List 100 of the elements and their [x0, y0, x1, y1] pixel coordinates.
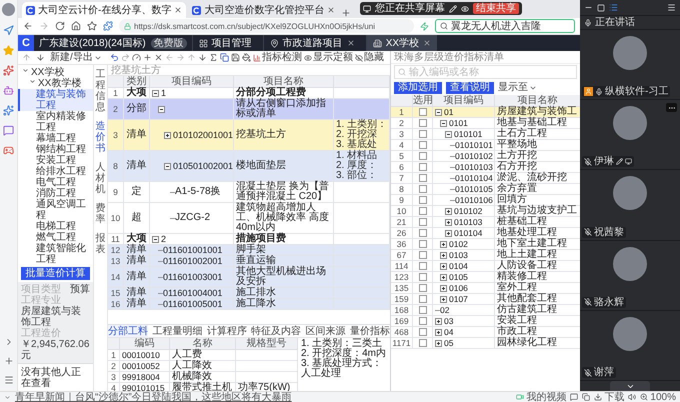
- chat-icon[interactable]: [3, 125, 14, 136]
- detail-tab[interactable]: 分部工料: [108, 325, 148, 337]
- collapse-icon[interactable]: [152, 90, 159, 96]
- table-row[interactable]: 26 010104 地基处理工程: [391, 228, 580, 239]
- table-row[interactable]: 169 03 安装工程: [391, 316, 580, 327]
- table-row[interactable]: 1 大项 1 分部分项工程费: [108, 88, 390, 99]
- detail-tab[interactable]: 区间来源: [306, 325, 346, 337]
- checkbox[interactable]: [418, 317, 426, 325]
- extension-icon[interactable]: [103, 21, 113, 31]
- checkbox[interactable]: [418, 152, 426, 160]
- checkbox[interactable]: [418, 306, 426, 314]
- toolbar-button[interactable]: 指标检测: [253, 52, 302, 63]
- checkbox[interactable]: [418, 251, 426, 259]
- close-icon[interactable]: [327, 6, 336, 14]
- checkbox[interactable]: [418, 284, 426, 292]
- display-dropdown[interactable]: 显示至: [498, 82, 537, 93]
- table-row[interactable]: 168 02 仿古建筑工程: [391, 305, 580, 316]
- browser-tab[interactable]: 大司空造价数字化管控平台: [188, 2, 340, 18]
- new-tab-icon[interactable]: [341, 8, 352, 18]
- more-button[interactable]: [666, 103, 677, 112]
- caret-icon[interactable]: [22, 67, 29, 74]
- gauge-icon[interactable]: [132, 53, 141, 62]
- expand-icon[interactable]: [440, 284, 447, 292]
- home-icon[interactable]: [71, 21, 81, 31]
- tree-item[interactable]: 幕墙工程: [18, 133, 93, 144]
- checkbox[interactable]: [418, 328, 426, 336]
- checkbox[interactable]: [418, 218, 426, 226]
- checkbox[interactable]: [418, 273, 426, 281]
- action-button[interactable]: 查看说明: [446, 82, 494, 94]
- chat-icon[interactable]: [570, 393, 578, 401]
- checkbox[interactable]: [418, 185, 426, 193]
- undo-icon[interactable]: [110, 53, 119, 62]
- url-field[interactable]: https://dsk.smartcost.com.cn/subject/KXel9ZOGLUHXn0Oi5jkHs/uni: [119, 19, 414, 33]
- menu-icon[interactable]: [4, 375, 14, 385]
- download-button[interactable]: 下载: [594, 392, 624, 402]
- detail-tab[interactable]: 量价指标: [350, 325, 390, 337]
- game-icon[interactable]: [3, 145, 14, 156]
- table-row[interactable]: 21 010103 桩基础工程: [391, 217, 580, 228]
- project-tab[interactable]: XX学校: [366, 35, 438, 51]
- table-row[interactable]: 3 010101 土石方工程: [391, 129, 580, 140]
- table-row[interactable]: 1 01 房屋建筑与装饰工: [391, 107, 580, 118]
- close-icon[interactable]: [346, 39, 355, 47]
- table-row[interactable]: 135 0106 室外工程: [391, 283, 580, 294]
- project-tab[interactable]: 项目管理: [192, 35, 258, 51]
- checkbox[interactable]: [418, 141, 426, 149]
- user-avatar[interactable]: [2, 3, 15, 16]
- expand-icon[interactable]: [440, 252, 447, 258]
- table-row[interactable]: 468 04 市政工程: [391, 327, 580, 338]
- zoom-control[interactable]: 100%: [640, 392, 676, 402]
- batch-calculate-button[interactable]: 批量造价计算: [21, 267, 90, 280]
- checkbox[interactable]: [418, 119, 426, 127]
- tree-item[interactable]: 给排水工程: [18, 166, 93, 177]
- expand-icon[interactable]: [435, 318, 442, 324]
- copy-icon[interactable]: [220, 53, 229, 62]
- tree-item[interactable]: 安装工程: [18, 155, 93, 166]
- tree-item[interactable]: XX教学楼: [18, 78, 93, 89]
- browser-tab[interactable]: 大司空云计价-在线分享、数字: [22, 2, 186, 18]
- checkbox[interactable]: [418, 163, 426, 171]
- side-tab[interactable]: 人材机: [96, 162, 106, 195]
- detail-tab[interactable]: 计算程序: [206, 325, 247, 337]
- collapse-icon[interactable]: [440, 120, 447, 126]
- window-icon[interactable]: [597, 4, 605, 12]
- collapse-icon[interactable]: [152, 236, 159, 242]
- expand-icon[interactable]: [435, 328, 442, 336]
- menu-icon[interactable]: [667, 3, 676, 12]
- table-row[interactable]: 13 清单 011601002001 垂直运输: [108, 256, 390, 267]
- news-link[interactable]: 青年早新闻｜台风“沙德尔”今日登陆我国，这些地区将有大暴雨: [15, 392, 292, 402]
- collapse-icon[interactable]: [164, 162, 171, 170]
- caret-icon[interactable]: [29, 78, 36, 85]
- table-row[interactable]: 2 分部 请从右侧窗口添加指标或清单: [108, 99, 390, 120]
- save-icon[interactable]: [231, 53, 240, 62]
- table-row[interactable]: 114 0104 人防设备工程: [391, 261, 580, 272]
- table-row[interactable]: 3 清单 010102001001 挖基坑土方 1. 土类别： 2. 开挖深 3. 基底处: [108, 120, 390, 151]
- table-row[interactable]: 123 0105 精装修工程: [391, 272, 580, 283]
- checkbox[interactable]: [418, 174, 426, 182]
- detail-tab[interactable]: 特征及内容: [251, 325, 302, 337]
- side-tab[interactable]: 报表: [96, 233, 106, 255]
- collapse-icon[interactable]: [445, 130, 452, 138]
- back-icon[interactable]: [23, 21, 33, 31]
- delete-icon[interactable]: [154, 53, 163, 62]
- expand-icon[interactable]: [164, 132, 171, 138]
- chevron-down-icon[interactable]: [4, 394, 11, 400]
- bookmark-icon[interactable]: [87, 21, 97, 31]
- checkbox[interactable]: [418, 207, 426, 215]
- sparkle-icon[interactable]: [3, 65, 14, 76]
- expand-icon[interactable]: [435, 340, 442, 346]
- table-row[interactable]: 9 01010106 回填方: [391, 195, 580, 206]
- table-row[interactable]: 10 超 JZCG-2 建筑物超高增加人工、机械降效率 高度 40m以内: [108, 203, 390, 234]
- checkbox[interactable]: [418, 196, 426, 204]
- table-row[interactable]: 14 清单 011601003001 其他大型机械进出场及安拆: [108, 267, 390, 288]
- tree-item[interactable]: 建筑智能化工程: [18, 243, 93, 265]
- list-icon[interactable]: [609, 3, 618, 12]
- checkbox[interactable]: [418, 240, 426, 248]
- table-row[interactable]: 10 010102 基坑与边坡支护工: [391, 206, 580, 217]
- expand-icon[interactable]: [440, 240, 447, 248]
- close-icon[interactable]: [423, 39, 432, 47]
- expand-icon[interactable]: [445, 208, 452, 214]
- tree-item[interactable]: 通风空调工程: [18, 199, 93, 221]
- action-button[interactable]: 添加选用: [394, 82, 442, 94]
- collapse-button[interactable]: [610, 381, 650, 392]
